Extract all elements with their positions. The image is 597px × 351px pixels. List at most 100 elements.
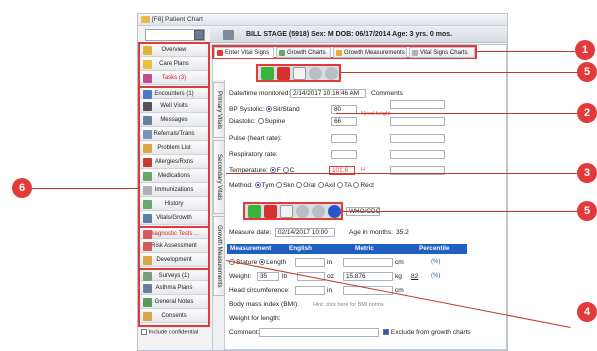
- tab-vital-signs-charts[interactable]: Vital Signs Charts: [409, 47, 475, 58]
- sidebar-item-label: Asthma Plans: [155, 285, 193, 291]
- lb-unit: lb: [282, 273, 288, 280]
- growth-cancel-icon[interactable]: [312, 205, 325, 218]
- callout-5b: 5: [577, 201, 597, 221]
- sidebar-item-referrals-trans[interactable]: Referrals/Trans: [140, 128, 208, 141]
- sidebar-item-label: General Notes: [154, 299, 194, 305]
- growth-edit-icon[interactable]: [280, 205, 293, 218]
- comments-field-2[interactable]: [390, 117, 445, 126]
- diastolic-field[interactable]: 66: [331, 117, 357, 126]
- measure-date-field[interactable]: 02/14/2017 10:00: [275, 228, 335, 237]
- bmi-hint[interactable]: Hint: click here for BMI norms: [313, 302, 384, 308]
- sidebar-item-tasks-3[interactable]: Tasks (3): [140, 72, 208, 85]
- resp-field[interactable]: [331, 150, 357, 159]
- sidebar-item-icon: [143, 60, 152, 69]
- sidebar-item-risk-assessment[interactable]: Risk Assessment: [140, 240, 208, 253]
- supine-radio[interactable]: [257, 118, 264, 124]
- exclude-checkbox[interactable]: [383, 329, 389, 336]
- callout-line-5a: [341, 72, 577, 73]
- sidebar-item-encounters-1[interactable]: Encounters (1): [140, 86, 208, 99]
- confirm-icon[interactable]: [309, 67, 322, 80]
- head-in-unit: in: [327, 287, 333, 294]
- edit-icon[interactable]: [293, 67, 306, 80]
- date-monitored-label: Date/time monitored:: [229, 90, 291, 97]
- method-tym-radio[interactable]: [254, 182, 261, 188]
- sidebar-item-problem-list[interactable]: Problem List: [140, 142, 208, 155]
- add-icon[interactable]: [261, 67, 274, 80]
- include-confidential[interactable]: Include confidential: [141, 329, 209, 337]
- sidebar-item-history[interactable]: History: [140, 198, 208, 211]
- method-axil-radio[interactable]: [317, 182, 324, 188]
- method-oral-radio[interactable]: [296, 182, 303, 188]
- sidebar-item-icon: [143, 46, 152, 55]
- tab-growth-measurements-side[interactable]: Growth Measurements: [213, 216, 225, 296]
- method-rect-radio[interactable]: [353, 182, 360, 188]
- pulse-comment-field[interactable]: [390, 134, 445, 143]
- need-height-note: Need height: [361, 111, 391, 117]
- sit-stand-radio[interactable]: [265, 106, 272, 112]
- weight-chart-icon[interactable]: (%): [431, 273, 440, 279]
- sidebar-item-vitals-growth[interactable]: Vitals/Growth: [140, 212, 208, 225]
- sidebar-item-allergies-rxns[interactable]: Allergies/Rxns: [140, 156, 208, 169]
- growth-refresh-icon[interactable]: [328, 205, 341, 218]
- method-ta-radio[interactable]: [336, 182, 343, 188]
- head-in-field[interactable]: [295, 286, 325, 295]
- sidebar-item-label: Problem List: [157, 145, 191, 151]
- method-skn-radio[interactable]: [275, 182, 282, 188]
- weight-label: Weight:: [229, 273, 252, 280]
- sidebar-item-asthma-plans[interactable]: Asthma Plans: [140, 282, 208, 295]
- weight-kg-field[interactable]: 15.876: [343, 272, 393, 281]
- sidebar-item-surveys-1[interactable]: Surveys (1): [140, 268, 208, 281]
- sidebar-item-medications[interactable]: Medications: [140, 170, 208, 183]
- include-confidential-checkbox[interactable]: [141, 329, 147, 335]
- weight-percentile[interactable]: 82: [411, 273, 418, 280]
- sidebar-item-diagnostic-tests[interactable]: Diagnostic Tests ...: [140, 226, 208, 239]
- age-months-label: Age in months:: [349, 229, 393, 236]
- sidebar-item-consents[interactable]: Consents: [140, 310, 208, 323]
- sidebar-item-icon: [143, 102, 152, 111]
- length-radio[interactable]: [259, 259, 266, 265]
- tab-growth-measurements[interactable]: Growth Measurements: [333, 47, 407, 58]
- sidebar-item-icon: [143, 144, 152, 153]
- sidebar-item-care-plans[interactable]: Care Plans: [140, 58, 208, 71]
- vitals-chart-icon: [412, 50, 418, 56]
- tab-secondary-vitals[interactable]: Secondary Vitals: [213, 140, 225, 214]
- cancel-icon[interactable]: [325, 67, 338, 80]
- callout-line-2: [336, 113, 577, 114]
- sidebar-item-label: Allergies/Rxns: [154, 159, 194, 165]
- comments-field[interactable]: [390, 100, 445, 109]
- length-in-field[interactable]: [295, 258, 325, 267]
- sidebar-item-well-visits[interactable]: Well Visits: [140, 100, 208, 113]
- sidebar-item-icon: [143, 74, 152, 83]
- length-chart-icon[interactable]: (%): [431, 259, 440, 265]
- tab-primary-vitals[interactable]: Primary Vitals: [213, 82, 225, 138]
- pulse-field[interactable]: [331, 134, 357, 143]
- callout-2: 2: [577, 103, 597, 123]
- sidebar-item-immunizations[interactable]: Immunizations: [140, 184, 208, 197]
- sidebar-item-icon: [143, 186, 152, 195]
- growth-add-icon[interactable]: [248, 205, 261, 218]
- sidebar-item-overview[interactable]: Overview: [140, 44, 208, 57]
- weight-lb-field[interactable]: 35: [257, 272, 279, 281]
- growth-comment-field[interactable]: [259, 328, 379, 337]
- growth-confirm-icon[interactable]: [296, 205, 309, 218]
- tab-enter-vital-signs[interactable]: Enter Vital Signs: [214, 47, 274, 58]
- head-circ-label: Head circumference:: [229, 287, 290, 294]
- sidebar-item-development[interactable]: Development: [140, 254, 208, 267]
- sidebar-item-label: Diagnostic Tests ...: [148, 231, 200, 237]
- sidebar-item-label: Tasks (3): [161, 75, 187, 81]
- sidebar-item-label: Surveys (1): [158, 273, 190, 279]
- diastolic-row: Diastolic: Supine: [229, 118, 286, 125]
- sidebar-item-icon: [143, 90, 152, 99]
- date-monitored-field[interactable]: 2/14/2017 10:16:46 AM: [290, 89, 366, 98]
- patient-picker-icon[interactable]: [194, 30, 204, 40]
- length-cm-field[interactable]: [343, 258, 393, 267]
- bmi-label: Body mass index (BMI):: [229, 301, 299, 308]
- resp-comment-field[interactable]: [390, 150, 445, 159]
- tab-growth-charts[interactable]: Growth Charts: [276, 47, 331, 58]
- sidebar-item-messages[interactable]: Messages: [140, 114, 208, 127]
- patient-card-icon: [223, 30, 234, 40]
- callout-3: 3: [577, 163, 597, 183]
- delete-icon[interactable]: [277, 67, 290, 80]
- sidebar-item-general-notes[interactable]: General Notes: [140, 296, 208, 309]
- growth-delete-icon[interactable]: [264, 205, 277, 218]
